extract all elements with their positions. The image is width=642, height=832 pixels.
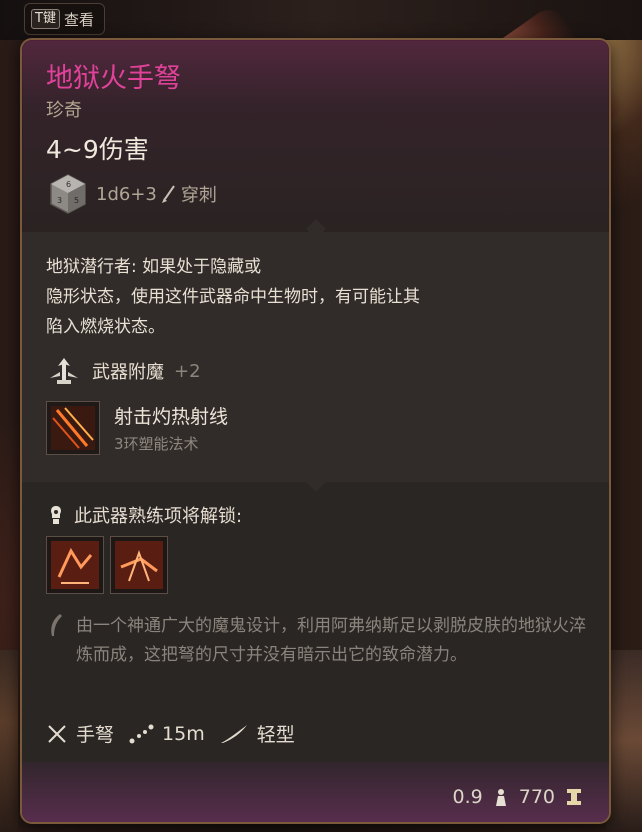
proficiency-actions — [46, 536, 168, 594]
passive-title: 地狱潜行者: — [46, 257, 137, 277]
item-weight: 0.9 — [452, 786, 483, 808]
passive-description: 地狱潜行者: 如果处于隐藏或 隐形状态，使用这件武器命中生物时，有可能让其 陷入… — [46, 252, 566, 342]
svg-text:5: 5 — [74, 196, 79, 205]
range-icon — [129, 724, 154, 743]
weapon-range: 15m — [128, 723, 205, 745]
piercing-icon — [161, 185, 175, 203]
t-key-cap: T键 — [31, 9, 60, 29]
weapon-type-label: 手弩 — [76, 724, 115, 746]
unlock-icon — [51, 506, 61, 524]
piercing-shot-action-icon[interactable] — [46, 536, 104, 594]
scorching-ray-icon[interactable] — [46, 401, 100, 455]
item-damage: 4~9伤害 — [46, 135, 149, 164]
spell-name: 射击灼热射线 — [114, 406, 229, 428]
svg-text:3: 3 — [57, 196, 62, 205]
passive-line3: 陷入燃烧状态。 — [46, 317, 165, 337]
effects-section: 地狱潜行者: 如果处于隐藏或 隐形状态，使用这件武器命中生物时，有可能让其 陷入… — [22, 219, 609, 482]
inspect-label: 查看 — [63, 10, 94, 29]
proficiency-section: 此武器熟练项将解锁: 由一个神通广大的魔鬼设计，利用阿弗纳斯足以剥脱皮肤的地狱火… — [22, 472, 609, 762]
dice-value: 1d6+3 — [96, 183, 157, 205]
gold-value-icon — [567, 789, 581, 805]
background-left-strip — [0, 650, 18, 830]
enchantment-row: 武器附魔 +2 — [46, 356, 201, 386]
passive-line2: 隐形状态，使用这件武器命中生物时，有可能让其 — [46, 287, 420, 307]
inspect-key-hint[interactable]: T键 查看 — [24, 3, 105, 35]
proficiency-label: 此武器熟练项将解锁: — [74, 506, 243, 527]
spell-text: 射击灼热射线 3环塑能法术 — [114, 402, 228, 454]
lore-text: 由一个神通广大的魔鬼设计，利用阿弗纳斯足以剥脱皮肤的地狱火淬炼而成，这把弩的尺寸… — [76, 616, 586, 665]
footer-stats: 0.9 770 — [453, 786, 583, 808]
quill-icon — [51, 614, 62, 636]
item-tooltip: 地狱火手弩 珍奇 4~9伤害 6 3 5 1d6+3 穿刺 地狱潜行者: 如果处… — [20, 38, 611, 824]
enchant-bonus: +2 — [174, 360, 201, 382]
weight-icon — [495, 789, 506, 806]
item-rarity: 珍奇 — [46, 100, 82, 121]
background-right-strip — [606, 650, 642, 830]
weapon-type: 手弩 — [46, 720, 114, 747]
spell-row[interactable]: 射击灼热射线 3环塑能法术 — [46, 401, 228, 455]
dice-stats: 1d6+3 穿刺 — [96, 181, 217, 207]
weapon-range-label: 15m — [162, 722, 205, 745]
weight-class-label: 轻型 — [256, 724, 295, 746]
tooltip-footer: 0.9 770 — [22, 762, 609, 822]
svg-text:6: 6 — [66, 180, 71, 189]
crossed-swords-icon — [48, 724, 66, 743]
mobile-shot-action-icon[interactable] — [110, 536, 168, 594]
weapon-weight-class: 轻型 — [219, 720, 295, 747]
proficiency-header: 此武器熟练项将解锁: — [46, 502, 242, 528]
enchant-label: 武器附魔 — [92, 362, 164, 383]
feather-icon — [220, 724, 247, 743]
item-value: 770 — [518, 786, 555, 808]
item-name: 地狱火手弩 — [46, 63, 181, 94]
damage-dice-row: 6 3 5 1d6+3 穿刺 — [48, 173, 217, 215]
passive-line1: 如果处于隐藏或 — [136, 257, 262, 277]
dice-icon: 6 3 5 — [48, 173, 88, 215]
tooltip-header: 地狱火手弩 珍奇 4~9伤害 6 3 5 1d6+3 穿刺 — [22, 40, 609, 232]
lore-block: 由一个神通广大的魔鬼设计，利用阿弗纳斯足以剥脱皮肤的地狱火淬炼而成，这把弩的尺寸… — [46, 612, 586, 670]
weapon-enchant-icon — [50, 358, 78, 384]
spell-level: 3环塑能法术 — [114, 435, 199, 453]
damage-type: 穿刺 — [180, 185, 217, 206]
weapon-properties: 手弩 15m 轻型 — [46, 720, 295, 747]
